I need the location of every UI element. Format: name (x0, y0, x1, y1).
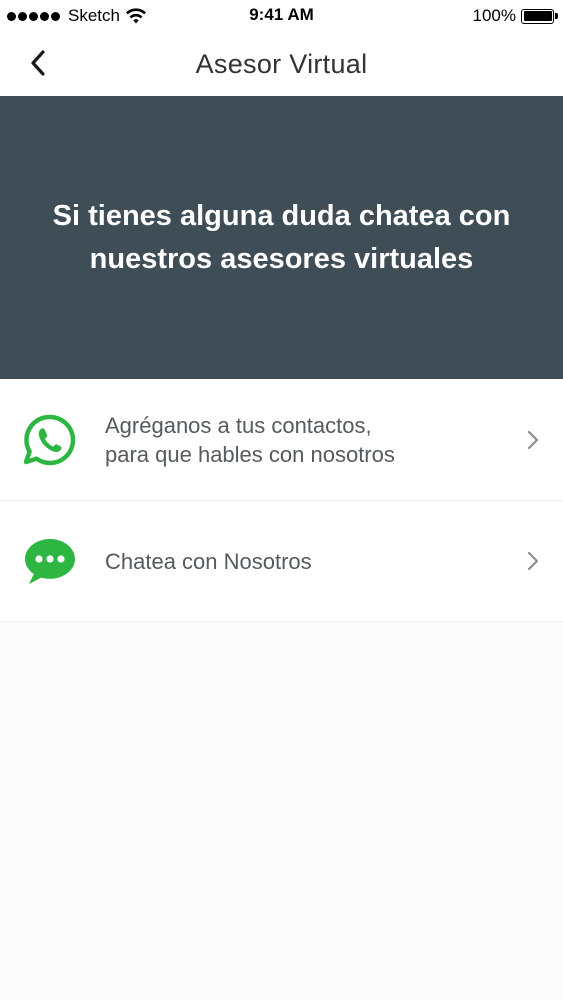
chevron-right-icon (527, 430, 539, 449)
whatsapp-icon (23, 414, 76, 465)
chat-with-us-label: Chatea con Nosotros (105, 548, 312, 574)
add-contacts-label: Agréganos a tus contactos, para que habl… (105, 411, 465, 469)
status-right: 100% (472, 5, 558, 27)
page-title: Asesor Virtual (195, 49, 368, 79)
add-contacts-label-line2: para que hables con nosotros (105, 441, 395, 467)
hero-banner: Si tienes alguna duda chatea con nuestro… (0, 96, 563, 379)
status-bar: Sketch 9:41 AM 100% (0, 0, 563, 33)
options-list: Agréganos a tus contactos, para que habl… (0, 379, 563, 622)
add-contacts-option[interactable]: Agréganos a tus contactos, para que habl… (0, 379, 563, 501)
chat-with-us-option[interactable]: Chatea con Nosotros (0, 501, 563, 622)
battery-icon (521, 8, 558, 24)
add-contacts-label-line1: Agréganos a tus contactos, (105, 412, 372, 438)
navigation-bar: Asesor Virtual (0, 33, 563, 96)
battery-percentage: 100% (472, 6, 516, 25)
hero-message: Si tienes alguna duda chatea con nuestro… (52, 199, 511, 275)
chat-bubble-icon (25, 539, 75, 584)
chevron-right-icon (527, 551, 539, 571)
screen: Sketch 9:41 AM 100% Asesor Virtual Si ti… (0, 0, 563, 1000)
